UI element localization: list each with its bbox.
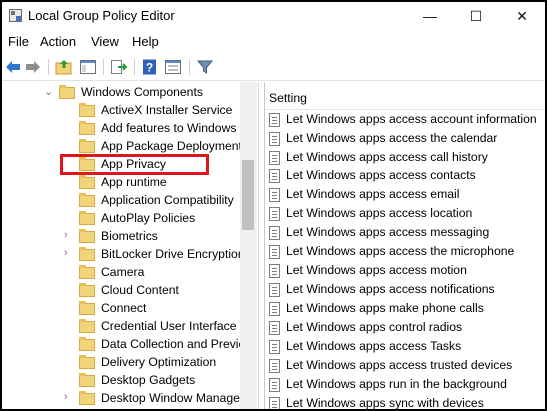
policy-setting-icon (269, 283, 280, 297)
app-privacy-highlight-box (60, 154, 209, 175)
tree-item-label: Windows Components (81, 85, 203, 99)
properties-icon[interactable] (164, 58, 182, 76)
menu-file[interactable]: File (8, 34, 29, 49)
forward-arrow-icon[interactable] (24, 58, 42, 76)
tree-item-label: App runtime (101, 175, 167, 189)
up-folder-icon[interactable] (55, 58, 73, 76)
tree-item-label: ActiveX Installer Service (101, 103, 233, 117)
tree-item-label: BitLocker Drive Encryption (101, 247, 245, 261)
expand-chevron-icon[interactable]: › (64, 391, 68, 403)
folder-icon (79, 355, 95, 369)
folder-icon (79, 265, 95, 279)
policy-setting-icon (269, 207, 280, 221)
folder-icon (79, 319, 95, 333)
folder-icon (79, 373, 95, 387)
export-list-icon[interactable] (109, 58, 127, 76)
tree-item-label: Desktop Window Manager (101, 391, 244, 405)
gpedit-app-icon (9, 9, 22, 22)
tree-item-label: Delivery Optimization (101, 355, 217, 369)
policy-setting-icon (269, 302, 280, 316)
policy-setting-icon (269, 151, 280, 165)
folder-icon (79, 103, 95, 117)
folder-icon (79, 391, 95, 405)
help-icon[interactable]: ? (141, 58, 159, 76)
menu-bar: File Action View Help (2, 31, 545, 53)
tree-item-label: AutoPlay Policies (101, 211, 196, 225)
minimize-button[interactable]: — (407, 2, 453, 30)
tree-item-label: Credential User Interface (101, 319, 237, 333)
menu-action[interactable]: Action (40, 34, 76, 49)
tree-item-label: Camera (101, 265, 145, 279)
policy-setting-icon (269, 321, 280, 335)
folder-icon (79, 139, 95, 153)
policy-setting-icon (269, 397, 280, 409)
tree-item-label: Add features to Windows 10 (101, 121, 254, 135)
folder-icon (79, 121, 95, 135)
folder-icon (79, 229, 95, 243)
folder-icon (79, 193, 95, 207)
maximize-button[interactable]: ☐ (453, 2, 499, 30)
tree-item-label: Biometrics (101, 229, 158, 243)
policy-setting-icon (269, 132, 280, 146)
collapse-chevron-icon[interactable]: ⌄ (44, 85, 53, 98)
tree-scrollbar[interactable] (240, 82, 257, 409)
policy-setting-icon (269, 340, 280, 354)
policy-setting-icon (269, 113, 280, 127)
tree-item-label: App Package Deployment (101, 139, 242, 153)
settings-list[interactable]: Setting Let Windows apps access account … (264, 82, 545, 409)
policy-setting-icon (269, 245, 280, 259)
folder-icon (79, 211, 95, 225)
title-bar: Local Group Policy Editor — ☐ ✕ (2, 2, 545, 30)
tree-item-label: Data Collection and Preview Builds (101, 337, 258, 351)
filter-icon[interactable] (196, 58, 214, 76)
window: Local Group Policy Editor — ☐ ✕ File Act… (2, 2, 545, 409)
policy-setting-icon (269, 169, 280, 183)
tree-item-label: Cloud Content (101, 283, 179, 297)
policy-setting-icon (269, 359, 280, 373)
tree-item-label: Application Compatibility (101, 193, 234, 207)
policy-setting-icon (269, 378, 280, 392)
toolbar: ? (2, 54, 545, 81)
folder-icon (79, 301, 95, 315)
menu-help[interactable]: Help (132, 34, 159, 49)
folder-icon (59, 85, 75, 99)
close-button[interactable]: ✕ (499, 2, 545, 30)
expand-chevron-icon[interactable]: › (64, 229, 68, 241)
policy-setting-icon (269, 264, 280, 278)
policy-setting-icon (269, 226, 280, 240)
tree-item-label: Connect (101, 301, 147, 315)
console-tree[interactable]: ⌄ Windows Components ActiveX Installer S… (2, 82, 259, 409)
tree-scrollbar-thumb[interactable] (242, 160, 254, 230)
policy-setting-icon (269, 188, 280, 202)
folder-icon (79, 247, 95, 261)
window-title: Local Group Policy Editor (28, 8, 175, 23)
folder-icon (79, 283, 95, 297)
expand-chevron-icon[interactable]: › (64, 247, 68, 259)
back-arrow-icon[interactable] (4, 58, 22, 76)
setting-column-header[interactable]: Setting (269, 91, 307, 105)
menu-view[interactable]: View (91, 34, 119, 49)
tree-item-label: Desktop Gadgets (101, 373, 196, 387)
folder-icon (79, 175, 95, 189)
folder-icon (79, 337, 95, 351)
show-hide-tree-icon[interactable] (79, 58, 97, 76)
svg-text:?: ? (146, 61, 153, 75)
